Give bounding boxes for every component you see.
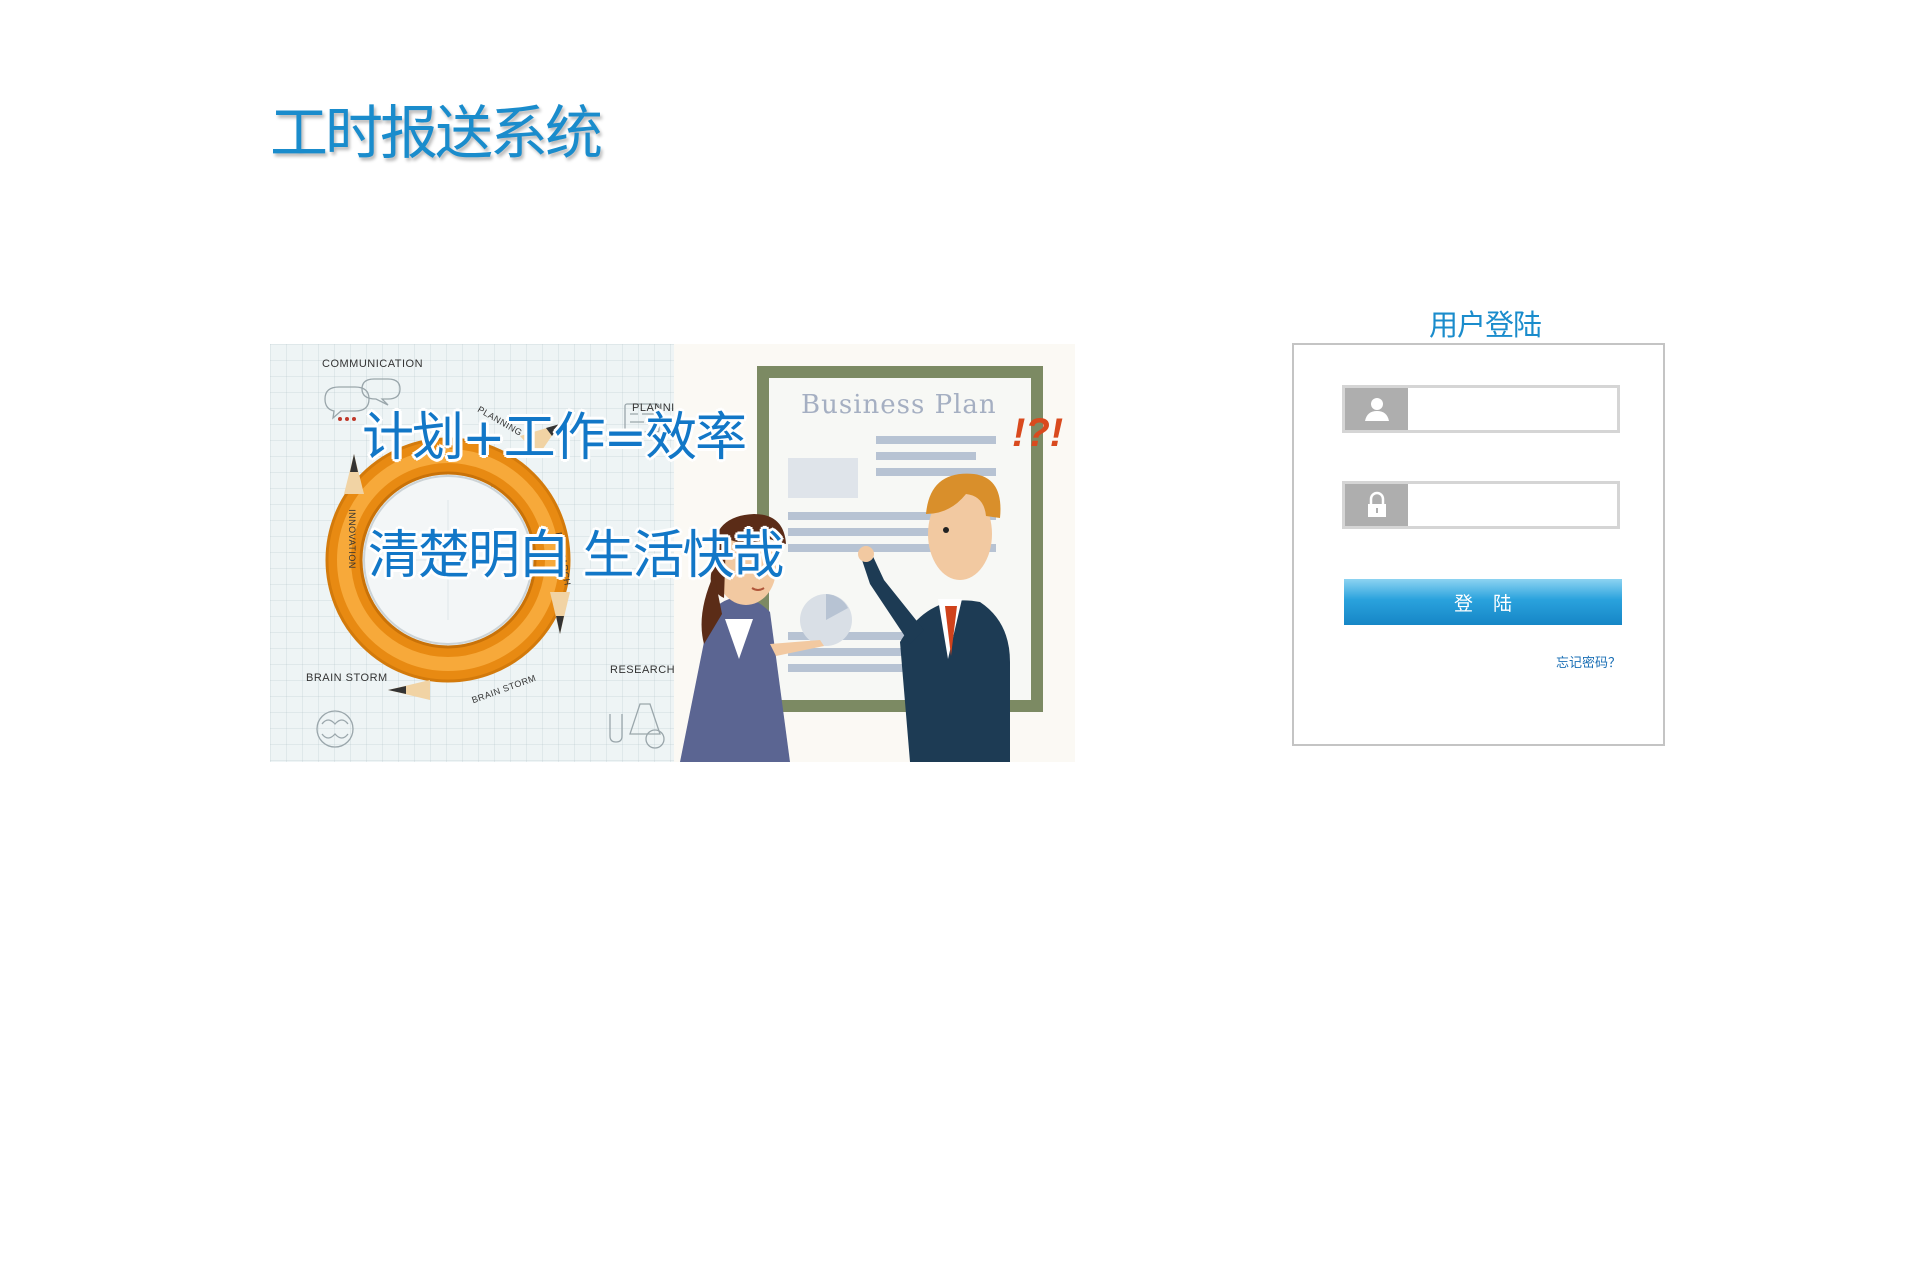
lock-icon <box>1345 484 1408 526</box>
promo-banner: !?! COMMUNICATION PLANNI RESEARCH BRAIN … <box>270 344 1075 762</box>
login-button[interactable]: 登陆 <box>1344 579 1622 625</box>
login-form: 登陆 忘记密码？ <box>1292 343 1665 746</box>
forgot-password-link[interactable]: 忘记密码？ <box>1556 652 1621 671</box>
username-input[interactable] <box>1408 388 1617 430</box>
label-innovation: INNOVATION <box>346 509 357 569</box>
label-research: RESEARCH <box>610 664 676 676</box>
exclaim-marks: !?! <box>1012 411 1063 455</box>
username-field <box>1342 385 1620 433</box>
doodle-dots <box>338 417 356 421</box>
password-field <box>1342 481 1620 529</box>
app-title: 工时报送系统 <box>270 99 603 167</box>
slogan-line-2: 清楚明白 生活快哉 <box>368 526 785 586</box>
business-plan-title: Business Plan <box>801 390 997 420</box>
user-icon <box>1345 388 1408 430</box>
login-heading: 用户登陆 <box>1428 308 1542 342</box>
label-communication: COMMUNICATION <box>322 358 424 370</box>
password-input[interactable] <box>1408 484 1617 526</box>
slogan-line-1: 计划+工作=效率 <box>362 408 747 468</box>
label-brain-storm: BRAIN STORM <box>306 672 388 684</box>
